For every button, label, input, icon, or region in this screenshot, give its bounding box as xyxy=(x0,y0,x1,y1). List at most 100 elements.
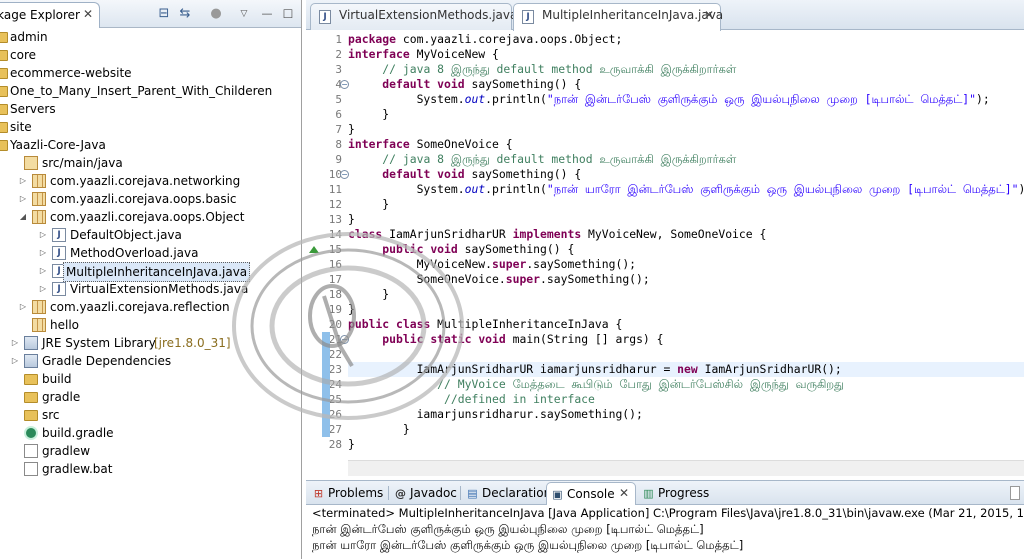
collapsed-arrow-icon[interactable]: ▷ xyxy=(18,190,28,208)
tab-javadoc[interactable]: @ Javadoc xyxy=(390,482,458,505)
tree-item[interactable]: src xyxy=(0,406,302,424)
console-icon: ▣ xyxy=(552,488,563,501)
close-icon[interactable]: ✕ xyxy=(619,486,629,500)
close-icon[interactable]: ✕ xyxy=(704,8,714,22)
code-token: static xyxy=(430,332,472,346)
tree-item[interactable]: build.gradle xyxy=(0,424,302,442)
change-marker xyxy=(322,332,330,437)
tab-label: VirtualExtensionMethods.java xyxy=(339,8,518,22)
code-line: interface MyVoiceNew { xyxy=(348,47,499,62)
tree-item-label: com.yaazli.corejava.oops.basic xyxy=(50,192,237,206)
tab-label: Progress xyxy=(658,486,710,500)
code-line: } xyxy=(348,107,389,122)
tree-item[interactable]: ◢ com.yaazli.corejava.oops.Object xyxy=(0,208,302,226)
line-number: 13 xyxy=(328,213,342,226)
tab-progress[interactable]: ▥ Progress xyxy=(638,482,718,505)
tree-item[interactable]: ▷ J DefaultObject.java xyxy=(0,226,302,244)
code-line: System.out.println("நான் யாரோ இன்டர்பேஸ்… xyxy=(348,182,1024,197)
tab-console[interactable]: ▣ Console ✕ xyxy=(546,482,636,505)
tab-virtual-extension-methods[interactable]: J VirtualExtensionMethods.java xyxy=(310,3,517,30)
java-file-icon: J xyxy=(52,246,66,260)
tree-item[interactable]: Yaazli-Core-Java xyxy=(0,136,302,154)
maximize-icon[interactable]: ☐ xyxy=(280,6,296,22)
tree-item[interactable]: site xyxy=(0,118,302,136)
line-number: 10 xyxy=(328,168,342,181)
collapsed-arrow-icon[interactable]: ▷ xyxy=(18,298,28,316)
console-output-line: நான் யாரோ இன்டர்பேஸ் குளிருக்கும் ஒரு இய… xyxy=(312,538,744,552)
minimize-icon[interactable]: — xyxy=(259,6,275,22)
code-line: // MyVoice மேத்தடை கூபிடும் போது இன்டர்ப… xyxy=(348,377,844,392)
tree-item[interactable]: hello xyxy=(0,316,302,334)
collapsed-arrow-icon[interactable]: ▷ xyxy=(10,334,20,352)
tree-item[interactable]: ▷ com.yaazli.corejava.networking xyxy=(0,172,302,190)
code-token: .println( xyxy=(485,92,547,106)
tree-item[interactable]: src/main/java xyxy=(0,154,302,172)
package-icon xyxy=(32,192,46,206)
project-tree: admin core ecommerce-website One_to_Many_In… xyxy=(0,28,302,478)
code-line: default void saySomething() { xyxy=(348,167,581,182)
collapsed-arrow-icon[interactable]: ▷ xyxy=(38,226,48,244)
package-explorer-header: Package Explorer ✕ ⊟ ⇆ ● ▽ — ☐ xyxy=(0,0,301,28)
collapsed-arrow-icon[interactable]: ▷ xyxy=(38,244,48,262)
tree-item[interactable]: ▷ J VirtualExtensionMethods.java xyxy=(0,280,302,298)
line-number: 19 xyxy=(328,303,342,316)
code-area[interactable]: package com.yaazli.corejava.oops.Object;… xyxy=(348,30,1024,460)
tree-item[interactable]: ▷ Gradle Dependencies xyxy=(0,352,302,370)
package-icon xyxy=(32,300,46,314)
code-token: iamarjunsridharur.saySomething(); xyxy=(348,407,643,421)
collapsed-arrow-icon[interactable]: ▷ xyxy=(18,172,28,190)
tab-problems[interactable]: ⊞ Problems xyxy=(308,482,386,505)
code-line: public void saySomething() { xyxy=(348,242,574,257)
tree-item[interactable]: gradlew.bat xyxy=(0,460,302,478)
folder-icon xyxy=(0,32,8,43)
view-menu-icon[interactable]: ▽ xyxy=(236,6,252,22)
close-icon[interactable]: ✕ xyxy=(83,7,93,21)
java-editor: J VirtualExtensionMethods.java J Multipl… xyxy=(306,0,1024,476)
tree-item[interactable]: ▷ com.yaazli.corejava.oops.basic xyxy=(0,190,302,208)
tree-item-label: One_to_Many_Insert_Parent_With_Childeren xyxy=(10,84,273,98)
line-number: 8 xyxy=(335,138,342,151)
tree-item[interactable]: gradlew xyxy=(0,442,302,460)
tree-item[interactable]: core xyxy=(0,46,302,64)
collapse-all-icon[interactable]: ⊟ xyxy=(156,6,172,22)
code-token: } xyxy=(348,107,390,121)
code-token: public xyxy=(382,242,424,256)
collapsed-arrow-icon[interactable]: ▷ xyxy=(10,352,20,370)
collapsed-arrow-icon[interactable]: ▷ xyxy=(38,280,48,298)
line-number-gutter[interactable]: 1 2 3 4−5 6 7 8 9 10−11 12 13 14 15 16 17 18 19 20 21−22 23… xyxy=(322,30,349,460)
code-line: default void saySomething() { xyxy=(348,77,581,92)
expanded-arrow-icon[interactable]: ◢ xyxy=(18,208,28,226)
console-view: ⊞ Problems @ Javadoc ▤ Declaration ▣ Con… xyxy=(306,480,1024,559)
collapsed-arrow-icon[interactable]: ▷ xyxy=(38,262,48,280)
folder-icon xyxy=(0,68,8,79)
code-token: ); xyxy=(1018,182,1024,196)
console-toolbar-button[interactable] xyxy=(1010,486,1020,500)
tree-item[interactable]: ecommerce-website xyxy=(0,64,302,82)
tree-item[interactable]: gradle xyxy=(0,388,302,406)
tree-item[interactable]: ▷ J MethodOverload.java xyxy=(0,244,302,262)
package-explorer-view: Package Explorer ✕ ⊟ ⇆ ● ▽ — ☐ admin core… xyxy=(0,0,302,559)
code-token: void xyxy=(430,242,458,256)
horizontal-scrollbar[interactable] xyxy=(348,460,1024,476)
focus-on-task-icon[interactable]: ● xyxy=(208,6,224,22)
java-file-icon: J xyxy=(52,282,66,296)
line-number: 5 xyxy=(335,93,342,106)
tab-declaration[interactable]: ▤ Declaration xyxy=(462,482,551,505)
code-line: // java 8 இருந்து default method உருவாக்… xyxy=(348,62,736,77)
tree-item[interactable]: ▷ com.yaazli.corejava.reflection xyxy=(0,298,302,316)
tree-item[interactable]: ▷ J MultipleInheritanceInJava.java xyxy=(0,262,302,282)
code-token: //defined in interface xyxy=(444,392,595,406)
tree-item[interactable]: build xyxy=(0,370,302,388)
tree-item[interactable]: Servers xyxy=(0,100,302,118)
tree-item-label: gradlew.bat xyxy=(42,462,113,476)
tree-item[interactable]: ▷ JRE System Library [jre1.8.0_31] xyxy=(0,334,302,352)
tree-item[interactable]: One_to_Many_Insert_Parent_With_Childeren xyxy=(0,82,302,100)
tab-multiple-inheritance[interactable]: J MultipleInheritanceInJava.java ✕ xyxy=(513,3,723,31)
tree-item[interactable]: admin xyxy=(0,28,302,46)
link-with-editor-icon[interactable]: ⇆ xyxy=(177,6,193,22)
console-output[interactable]: <terminated> MultipleInheritanceInJava [… xyxy=(306,505,1024,553)
package-explorer-tab[interactable]: Package Explorer ✕ xyxy=(0,2,100,28)
declaration-icon: ▤ xyxy=(467,487,478,500)
